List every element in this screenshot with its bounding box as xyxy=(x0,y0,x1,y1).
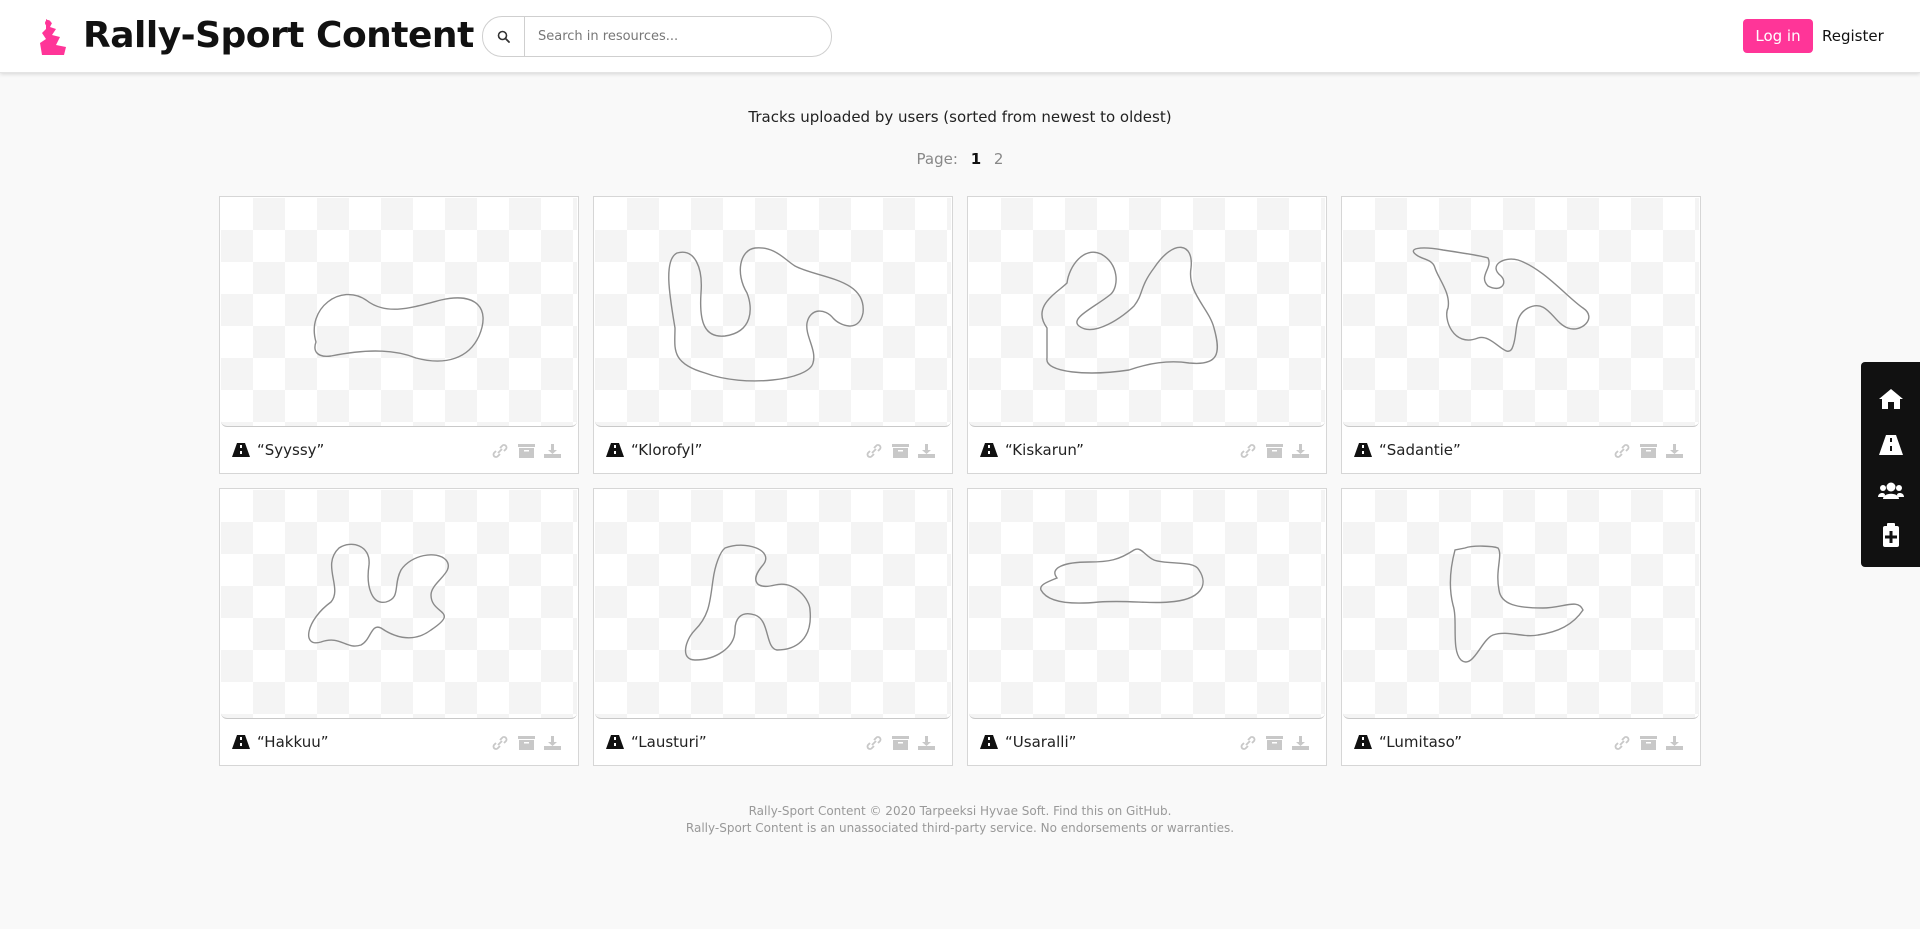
card-footer: “Kiskarun” xyxy=(968,428,1326,474)
site-footer: Rally-Sport Content © 2020 Tarpeeksi Hyv… xyxy=(0,803,1920,837)
card-footer: “Syyssy” xyxy=(220,428,578,474)
track-outline xyxy=(1041,246,1218,374)
download-icon[interactable] xyxy=(1666,736,1683,750)
track-thumbnail[interactable] xyxy=(595,490,951,719)
track-title[interactable]: “Kiskarun” xyxy=(1005,441,1084,459)
site-header: Rally-Sport Content Log in Register xyxy=(0,0,1920,73)
track-outline xyxy=(1412,247,1590,352)
box-icon[interactable] xyxy=(892,444,909,458)
track-outline xyxy=(668,247,864,382)
track-card: “Kiskarun” xyxy=(967,196,1327,474)
link-icon[interactable] xyxy=(866,736,882,750)
home-icon[interactable] xyxy=(1878,386,1904,412)
track-thumbnail[interactable] xyxy=(595,198,951,427)
road-icon xyxy=(232,735,250,749)
track-thumbnail[interactable] xyxy=(221,198,577,427)
track-title[interactable]: “Hakkuu” xyxy=(257,733,328,751)
pagination: Page: 1 2 xyxy=(0,150,1920,168)
track-card: “Lausturi” xyxy=(593,488,953,766)
track-title[interactable]: “Syyssy” xyxy=(257,441,324,459)
link-icon[interactable] xyxy=(1240,444,1256,458)
track-outline xyxy=(313,293,484,362)
clipboard-plus-icon[interactable] xyxy=(1878,522,1904,548)
login-button[interactable]: Log in xyxy=(1743,19,1813,53)
road-icon[interactable] xyxy=(1878,432,1904,458)
track-thumbnail[interactable] xyxy=(1343,490,1699,719)
road-icon xyxy=(980,735,998,749)
box-icon[interactable] xyxy=(1266,736,1283,750)
card-footer: “Lumitaso” xyxy=(1342,720,1700,766)
link-icon[interactable] xyxy=(492,736,508,750)
track-thumbnail[interactable] xyxy=(221,490,577,719)
card-footer: “Hakkuu” xyxy=(220,720,578,766)
box-icon[interactable] xyxy=(892,736,909,750)
track-card: “Sadantie” xyxy=(1341,196,1701,474)
link-icon[interactable] xyxy=(492,444,508,458)
box-icon[interactable] xyxy=(1640,444,1657,458)
track-card: “Lumitaso” xyxy=(1341,488,1701,766)
track-thumbnail[interactable] xyxy=(969,198,1325,427)
card-footer: “Lausturi” xyxy=(594,720,952,766)
download-icon[interactable] xyxy=(544,444,561,458)
track-thumbnail[interactable] xyxy=(1343,198,1699,427)
box-icon[interactable] xyxy=(1640,736,1657,750)
box-icon[interactable] xyxy=(518,736,535,750)
footer-copyright: Rally-Sport Content © 2020 Tarpeeksi Hyv… xyxy=(748,804,1172,818)
download-icon[interactable] xyxy=(544,736,561,750)
road-icon xyxy=(606,735,624,749)
track-outline xyxy=(308,543,449,647)
download-icon[interactable] xyxy=(1292,736,1309,750)
box-icon[interactable] xyxy=(518,444,535,458)
card-footer: “Sadantie” xyxy=(1342,428,1700,474)
road-icon xyxy=(1354,735,1372,749)
road-icon xyxy=(232,443,250,457)
link-icon[interactable] xyxy=(1614,736,1630,750)
track-title[interactable]: “Usaralli” xyxy=(1005,733,1076,751)
register-link[interactable]: Register xyxy=(1822,19,1884,53)
download-icon[interactable] xyxy=(918,444,935,458)
site-title[interactable]: Rally-Sport Content xyxy=(83,12,474,60)
track-outline xyxy=(1040,548,1204,604)
page-subtitle: Tracks uploaded by users (sorted from ne… xyxy=(748,108,1172,126)
track-outline xyxy=(1449,545,1584,663)
track-card: “Klorofyl” xyxy=(593,196,953,474)
logo-icon[interactable] xyxy=(38,17,72,57)
track-title[interactable]: “Klorofyl” xyxy=(631,441,702,459)
track-card: “Usaralli” xyxy=(967,488,1327,766)
download-icon[interactable] xyxy=(1666,444,1683,458)
track-thumbnail[interactable] xyxy=(969,490,1325,719)
track-title[interactable]: “Lumitaso” xyxy=(1379,733,1462,751)
track-card: “Hakkuu” xyxy=(219,488,579,766)
link-icon[interactable] xyxy=(1240,736,1256,750)
link-icon[interactable] xyxy=(1614,444,1630,458)
card-footer: “Klorofyl” xyxy=(594,428,952,474)
side-menu xyxy=(1861,362,1920,567)
link-icon[interactable] xyxy=(866,444,882,458)
page-link-1[interactable]: 1 xyxy=(971,150,981,168)
search-button[interactable] xyxy=(483,17,525,56)
search-bar xyxy=(482,16,832,57)
box-icon[interactable] xyxy=(1266,444,1283,458)
search-input[interactable] xyxy=(526,17,826,56)
road-icon xyxy=(606,443,624,457)
card-footer: “Usaralli” xyxy=(968,720,1326,766)
track-title[interactable]: “Lausturi” xyxy=(631,733,707,751)
footer-disclaimer: Rally-Sport Content is an unassociated t… xyxy=(685,821,1235,835)
track-title[interactable]: “Sadantie” xyxy=(1379,441,1461,459)
track-card: “Syyssy” xyxy=(219,196,579,474)
download-icon[interactable] xyxy=(918,736,935,750)
track-outline xyxy=(684,544,811,661)
page-link-2[interactable]: 2 xyxy=(994,150,1004,168)
road-icon xyxy=(980,443,998,457)
search-icon xyxy=(497,30,510,43)
users-icon[interactable] xyxy=(1878,478,1904,504)
download-icon[interactable] xyxy=(1292,444,1309,458)
road-icon xyxy=(1354,443,1372,457)
pagination-label: Page: xyxy=(916,150,958,168)
